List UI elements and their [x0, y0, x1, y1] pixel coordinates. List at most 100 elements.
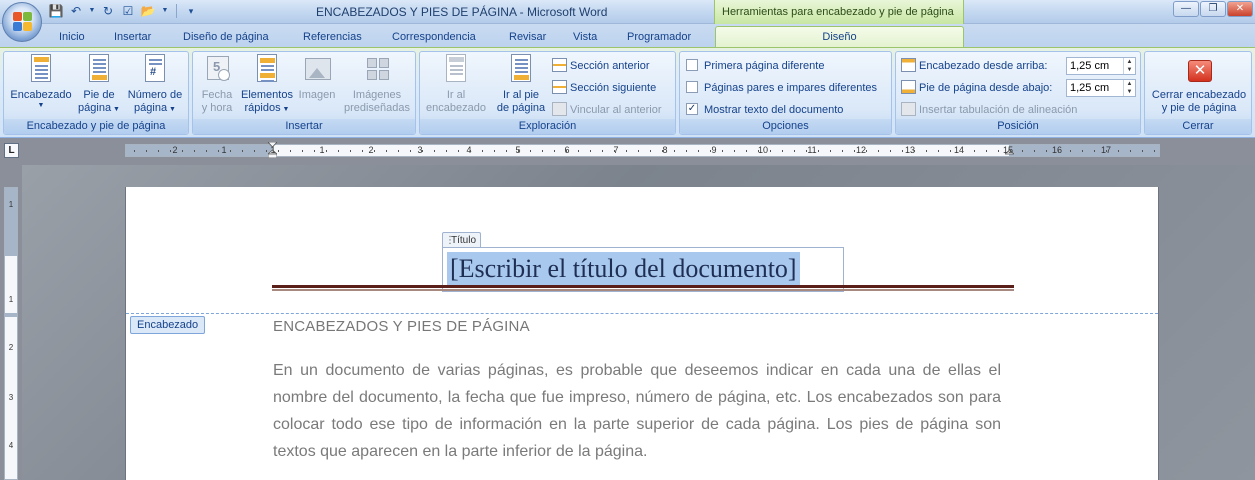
pie-de-pagina-button[interactable]: Pie de página ▼ — [76, 54, 122, 116]
office-button[interactable] — [2, 2, 42, 42]
ruler-tick — [1130, 150, 1131, 152]
header-divider-line — [126, 313, 1158, 314]
horizontal-ruler[interactable]: 2111234567891011121314151617 — [125, 142, 1160, 158]
group-label-insert: Insertar — [193, 119, 415, 134]
folder-icon[interactable]: 📂 — [140, 3, 156, 19]
seccion-anterior-button[interactable]: Sección anterior — [552, 57, 650, 75]
ruler-number: 12 — [855, 145, 867, 155]
ruler-tick — [1082, 150, 1083, 152]
ruler-tick — [518, 150, 519, 152]
imagenes-prediseñadas-button[interactable]: Imágenes prediseñadas — [339, 54, 415, 115]
vincular-al-anterior-button[interactable]: Vincular al anterior — [552, 101, 662, 119]
fecha-y-hora-button[interactable]: 5 Fecha y hora — [195, 54, 239, 115]
tab-diseno[interactable]: Diseño — [715, 26, 964, 48]
dropdown-arrow-icon: ▼ — [37, 102, 45, 109]
elementos-label-1: Elementos — [241, 89, 293, 101]
ruler-tick — [158, 150, 159, 152]
ruler-number: 10 — [757, 145, 769, 155]
document-title-placeholder[interactable]: [Escribir el título del documento] — [447, 252, 800, 285]
body-paragraph: En un documento de varias páginas, es pr… — [273, 362, 1001, 460]
picture-icon — [301, 54, 333, 86]
encabezado-desde-arriba-spinner[interactable]: 1,25 cm ▲ ▼ — [1066, 57, 1136, 75]
window-controls: — ❐ ✕ — [1173, 1, 1253, 17]
ruler-number: 11 — [807, 145, 817, 155]
tab-programador[interactable]: Programador — [627, 28, 691, 48]
tab-diseno-de-pagina[interactable]: Diseño de página — [183, 28, 269, 48]
ir-al-encabezado-button[interactable]: Ir al encabezado — [422, 54, 490, 115]
group-close: ✕ Cerrar encabezado y pie de página Cerr… — [1144, 51, 1252, 135]
tab-selector-button[interactable]: L — [4, 143, 19, 158]
numero-de-pagina-button[interactable]: # Número de página ▼ — [122, 54, 188, 116]
minimize-button[interactable]: — — [1173, 1, 1199, 17]
header-margin-marker — [5, 313, 17, 317]
vertical-ruler[interactable]: 1 1 2 3 4 — [4, 187, 18, 480]
group-position: Encabezado desde arriba: 1,25 cm ▲ ▼ Pie … — [895, 51, 1141, 135]
ir-al-pie-button[interactable]: Ir al pie de página — [492, 54, 550, 115]
previous-section-icon — [552, 58, 567, 73]
cerrar-encabezado-button[interactable]: ✕ Cerrar encabezado y pie de página — [1147, 54, 1251, 115]
cerrar-label-1: Cerrar encabezado — [1151, 89, 1247, 101]
mostrar-texto-documento-option[interactable]: ✓ Mostrar texto del documento — [686, 101, 843, 119]
ruler-number: 1 — [270, 145, 276, 155]
seccion-anterior-label: Sección anterior — [570, 60, 650, 72]
dropdown-arrow-icon: ▼ — [280, 106, 290, 113]
restore-button[interactable]: ❐ — [1200, 1, 1226, 17]
encabezado-button[interactable]: Encabezado ▼ — [6, 54, 76, 110]
insertar-tabulacion-button[interactable]: Insertar tabulación de alineación — [901, 101, 1077, 119]
paginas-pares-checkbox[interactable] — [686, 81, 698, 94]
pie-desde-abajo-label: Pie de página desde abajo: — [919, 82, 1053, 94]
ruler-tick — [398, 150, 399, 152]
undo-icon[interactable]: ↶ — [68, 3, 84, 19]
header-area[interactable]: Título [Escribir el título del documento… — [126, 187, 1158, 314]
ir-encabezado-label-1: Ir al — [446, 89, 466, 101]
redo-icon[interactable]: ↻ — [100, 3, 116, 19]
document-page[interactable]: Título [Escribir el título del documento… — [125, 187, 1159, 480]
tab-revisar[interactable]: Revisar — [509, 28, 546, 48]
ruler-tick — [1034, 150, 1035, 152]
tab-correspondencia[interactable]: Correspondencia — [392, 28, 476, 48]
ruler-number: 1 — [221, 145, 227, 155]
ruler-tick — [566, 150, 567, 152]
tab-insertar[interactable]: Insertar — [114, 28, 151, 48]
save-icon[interactable]: 💾 — [48, 3, 64, 19]
tab-referencias[interactable]: Referencias — [303, 28, 362, 48]
ruler-tick — [470, 150, 471, 152]
calendar-clock-icon: 5 — [201, 54, 233, 86]
check-icon[interactable]: ☑ — [120, 3, 136, 19]
customize-dropdown-icon[interactable]: ▼ — [160, 3, 170, 19]
numero-label-2: página — [134, 102, 168, 114]
ruler-tick — [1094, 150, 1095, 152]
ruler-tick — [866, 150, 867, 152]
ruler-tick — [434, 150, 435, 152]
mostrar-texto-label: Mostrar texto del documento — [704, 104, 844, 116]
encabezado-desde-arriba-label-row: Encabezado desde arriba: — [901, 57, 1047, 75]
dropdown-arrow-icon: ▼ — [167, 106, 176, 113]
ruler-tick — [914, 150, 915, 152]
ruler-tick — [638, 150, 639, 152]
primera-pagina-diferente-option[interactable]: Primera página diferente — [686, 57, 824, 75]
imagen-button[interactable]: Imagen — [295, 54, 339, 102]
paginas-pares-impares-option[interactable]: Páginas pares e impares diferentes — [686, 79, 877, 97]
ruler-tick — [254, 150, 255, 152]
mostrar-texto-checkbox[interactable]: ✓ — [686, 103, 698, 116]
group-insert: 5 Fecha y hora Elementos rápidos ▼ Image… — [192, 51, 416, 135]
primera-pagina-checkbox[interactable] — [686, 59, 698, 72]
ruler-number: 16 — [1051, 145, 1063, 155]
close-window-button[interactable]: ✕ — [1227, 1, 1253, 17]
elementos-rapidos-button[interactable]: Elementos rápidos ▼ — [239, 54, 295, 116]
tab-inicio[interactable]: Inicio — [59, 28, 85, 48]
vertical-ruler-number: 3 — [8, 393, 14, 402]
ruler-tick — [542, 150, 543, 152]
title-content-control-tag[interactable]: Título — [442, 232, 482, 248]
tab-vista[interactable]: Vista — [573, 28, 597, 48]
ribbon: Encabezado ▼ Pie de página ▼ # Número de… — [0, 47, 1255, 138]
ruler-tick — [278, 150, 279, 152]
spinner-arrows-icon[interactable]: ▲ ▼ — [1123, 80, 1135, 96]
spinner-arrows-icon[interactable]: ▲ ▼ — [1123, 58, 1135, 74]
more-commands-icon[interactable]: ▾ — [183, 3, 199, 19]
undo-dropdown-icon[interactable]: ▼ — [88, 3, 96, 19]
pie-desde-abajo-spinner[interactable]: 1,25 cm ▲ ▼ — [1066, 79, 1136, 97]
ir-encabezado-label-2: encabezado — [426, 102, 486, 114]
cerrar-label-2: y pie de página — [1161, 102, 1237, 114]
seccion-siguiente-button[interactable]: Sección siguiente — [552, 79, 656, 97]
